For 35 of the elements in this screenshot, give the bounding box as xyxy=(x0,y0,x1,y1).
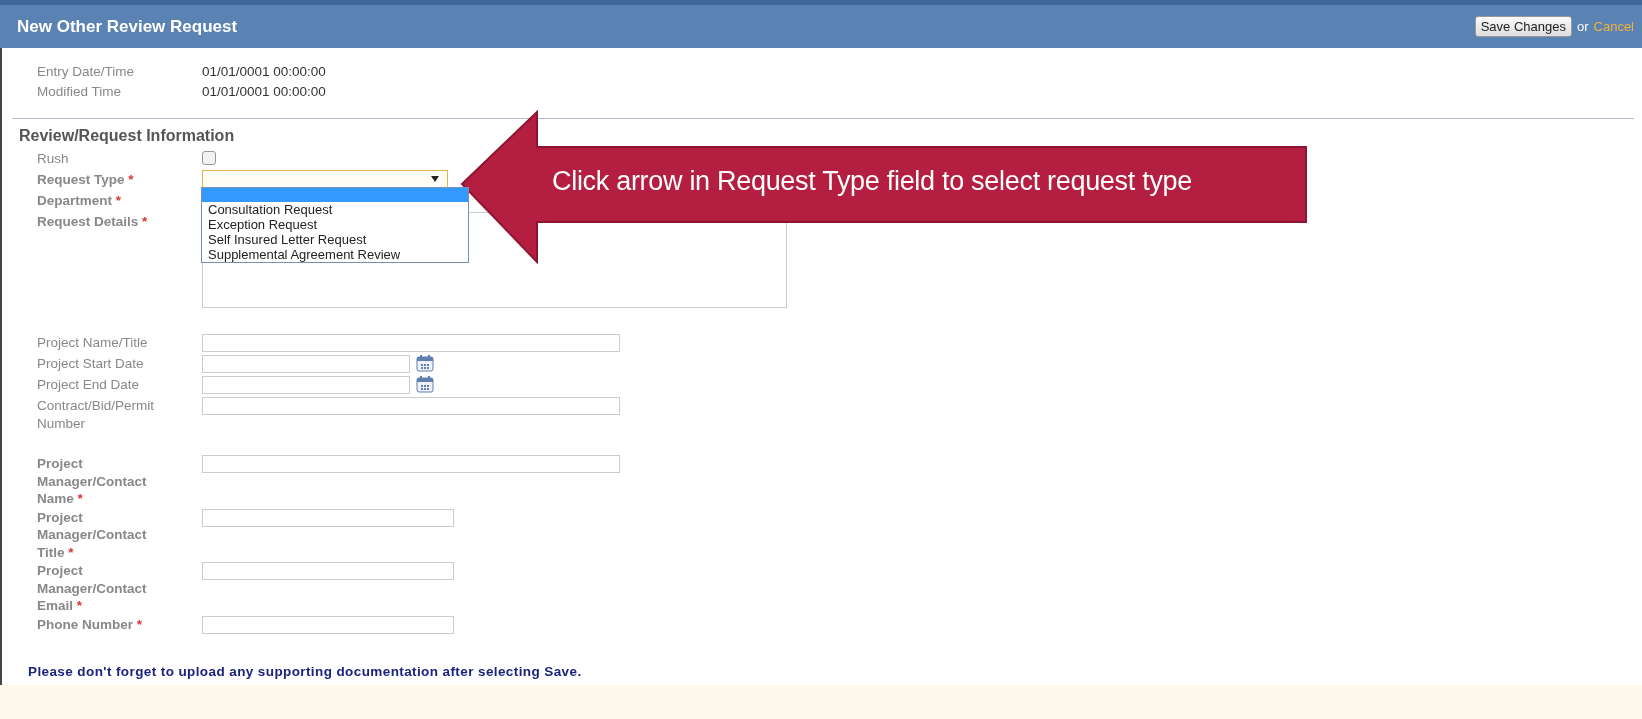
field-label: Rush xyxy=(37,150,70,168)
input-field[interactable] xyxy=(202,455,620,473)
input-field[interactable] xyxy=(202,334,620,352)
field-label: Department * xyxy=(37,192,123,210)
input-field[interactable] xyxy=(202,562,454,580)
calendar-icon[interactable] xyxy=(416,376,434,393)
input-field[interactable] xyxy=(202,615,454,634)
field-label: Request Type * xyxy=(37,171,135,189)
rush-checkbox[interactable] xyxy=(202,151,216,165)
field-label: Project End Date xyxy=(37,376,141,394)
field-label: Project Start Date xyxy=(37,355,145,373)
input-field[interactable] xyxy=(202,397,620,415)
field-label: Entry Date/Time xyxy=(37,63,136,81)
field-label: Project Manager/Contact Title * xyxy=(37,508,148,561)
field-value: 01/01/0001 00:00:00 xyxy=(202,83,326,101)
field-label: Project Manager/Contact Name * xyxy=(37,455,148,508)
calendar-icon[interactable] xyxy=(416,355,434,372)
blank-option[interactable] xyxy=(202,188,468,202)
or-text: or xyxy=(1576,19,1589,34)
field-label: Phone Number * xyxy=(37,615,144,633)
dropdown-caret-icon xyxy=(431,176,439,182)
input-field[interactable] xyxy=(202,508,454,527)
field-label: Contract/Bid/Permit Number xyxy=(37,397,156,432)
section-title: Review/Request Information xyxy=(18,126,236,146)
field-label: Project Name/Title xyxy=(37,334,149,352)
field-value: 01/01/0001 00:00:00 xyxy=(202,63,326,81)
date-field[interactable] xyxy=(202,376,410,394)
field-label: Modified Time xyxy=(37,83,123,101)
date-field[interactable] xyxy=(202,355,410,373)
page-title: New Other Review Request xyxy=(17,16,238,37)
field-label: Project Manager/Contact Email * xyxy=(37,562,148,615)
save-changes-button[interactable]: Save Changes xyxy=(1474,16,1572,37)
callout-text: Click arrow in Request Type field to select request type xyxy=(552,166,1193,197)
field-label: Request Details * xyxy=(37,213,149,231)
reminder-note: Please don't forget to upload any supporting documentation after selecting Save. xyxy=(27,662,583,679)
